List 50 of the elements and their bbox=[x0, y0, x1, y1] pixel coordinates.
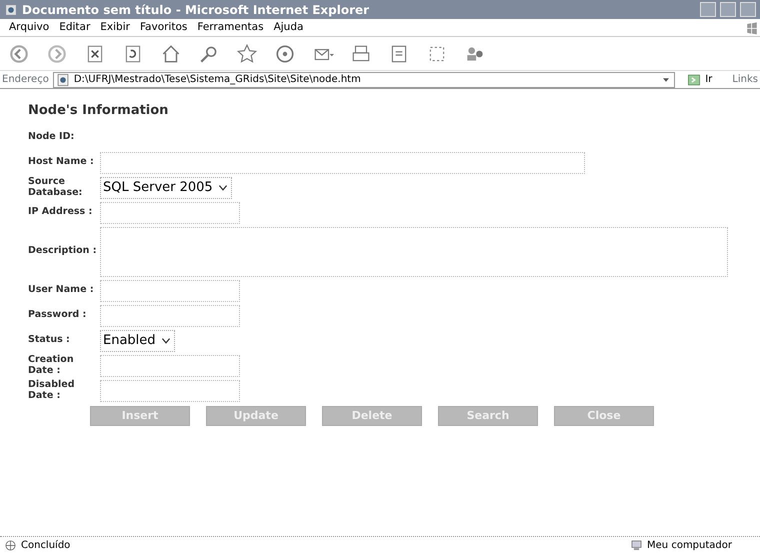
text-field[interactable] bbox=[100, 304, 240, 326]
windows-logo-icon bbox=[744, 20, 760, 36]
maximize-button[interactable] bbox=[720, 2, 736, 17]
go-label: Ir bbox=[705, 73, 712, 87]
menu-item[interactable]: Exibir bbox=[95, 20, 135, 36]
field-label: Description : bbox=[28, 246, 98, 257]
window-icon bbox=[4, 2, 18, 16]
text-field[interactable] bbox=[100, 280, 240, 302]
close-button[interactable] bbox=[740, 2, 756, 17]
zone-text: Meu computador bbox=[647, 539, 732, 553]
window-title: Documento sem título - Microsoft Internet Explorer bbox=[22, 2, 370, 18]
menu-item[interactable]: Editar bbox=[54, 20, 96, 36]
globe-icon bbox=[4, 539, 17, 552]
text-field[interactable] bbox=[100, 202, 240, 224]
field-label: IP Address : bbox=[28, 207, 94, 218]
field-label: Password : bbox=[28, 310, 88, 321]
address-field[interactable]: D:\UFRJ\Mestrado\Tese\Sistema_GRids\Site\Site\node.htm bbox=[52, 72, 676, 88]
description-field[interactable] bbox=[100, 226, 728, 276]
menu-item[interactable]: Ferramentas bbox=[192, 20, 269, 36]
go-button[interactable]: Ir bbox=[679, 72, 720, 87]
field-label: Host Name : bbox=[28, 157, 95, 168]
back-icon[interactable] bbox=[8, 42, 30, 64]
media-icon[interactable] bbox=[274, 42, 296, 64]
links-button[interactable]: Links bbox=[732, 72, 758, 87]
dropdown-value: Enabled bbox=[103, 332, 156, 350]
home-icon[interactable] bbox=[160, 42, 182, 64]
text-field[interactable] bbox=[100, 152, 585, 174]
page-heading: Node's Information bbox=[28, 102, 170, 120]
address-text: D:\UFRJ\Mestrado\Tese\Sistema_GRids\Site\Site\node.htm bbox=[74, 73, 362, 87]
dropdown[interactable]: SQL Server 2005 bbox=[100, 176, 232, 198]
menu-item[interactable]: Favoritos bbox=[134, 20, 192, 36]
field-label: Status : bbox=[28, 335, 71, 346]
field-label: Source Database: bbox=[28, 176, 84, 198]
star-icon[interactable] bbox=[236, 42, 258, 64]
computer-icon bbox=[630, 539, 644, 552]
dropdown-value: SQL Server 2005 bbox=[103, 178, 213, 197]
field-label: Creation Date : bbox=[28, 354, 75, 376]
menu-item[interactable]: Ajuda bbox=[268, 20, 308, 36]
address-label: Endereço bbox=[2, 73, 49, 87]
status-text: Concluído bbox=[21, 539, 72, 553]
minimize-button[interactable] bbox=[700, 2, 716, 17]
field-label: Node ID: bbox=[28, 132, 76, 143]
forward-icon[interactable] bbox=[46, 42, 68, 64]
page-icon bbox=[56, 72, 70, 86]
text-field[interactable] bbox=[100, 354, 240, 376]
menu-item[interactable]: Arquivo bbox=[4, 20, 54, 36]
text-field[interactable] bbox=[100, 380, 240, 402]
dropdown[interactable]: Enabled bbox=[100, 330, 175, 352]
field-label: Disabled Date : bbox=[28, 380, 76, 402]
field-label: User Name : bbox=[28, 285, 95, 296]
